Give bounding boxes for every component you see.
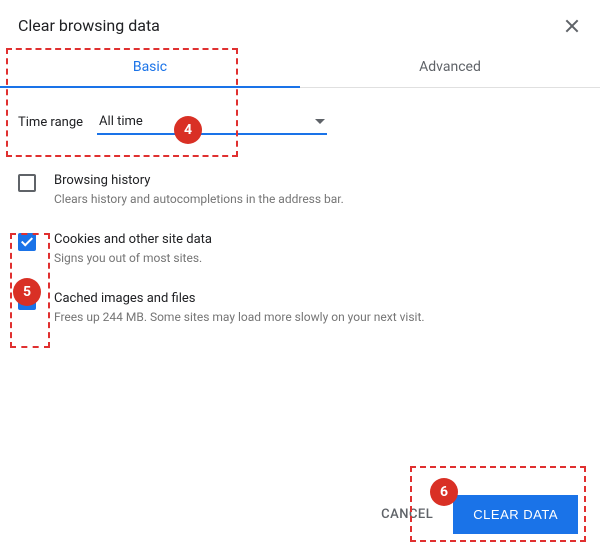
- option-cookies: Cookies and other site data Signs you ou…: [18, 224, 582, 283]
- dialog-actions: CANCEL CLEAR DATA: [375, 495, 578, 534]
- options-list: Browsing history Clears history and auto…: [18, 165, 582, 342]
- option-desc: Signs you out of most sites.: [54, 251, 212, 265]
- dialog-body: Time range All time Browsing history Cle…: [0, 88, 600, 342]
- option-title: Cookies and other site data: [54, 232, 212, 247]
- checkbox-browsing-history[interactable]: [18, 174, 36, 192]
- option-browsing-history: Browsing history Clears history and auto…: [18, 165, 582, 224]
- tab-bar: Basic Advanced: [0, 45, 600, 88]
- close-icon[interactable]: [564, 18, 580, 34]
- tab-advanced[interactable]: Advanced: [300, 45, 600, 87]
- time-range-select[interactable]: All time: [97, 110, 327, 135]
- chevron-down-icon: [315, 119, 325, 124]
- option-desc: Clears history and autocompletions in th…: [54, 192, 344, 206]
- option-cached: Cached images and files Frees up 244 MB.…: [18, 283, 582, 342]
- checkbox-cached[interactable]: [18, 292, 36, 310]
- checkbox-cookies[interactable]: [18, 233, 36, 251]
- clear-data-button[interactable]: CLEAR DATA: [453, 495, 578, 534]
- option-desc: Frees up 244 MB. Some sites may load mor…: [54, 310, 425, 324]
- clear-browsing-data-dialog: Clear browsing data Basic Advanced Time …: [0, 0, 600, 554]
- tab-basic[interactable]: Basic: [0, 45, 300, 87]
- time-range-value: All time: [99, 114, 143, 129]
- option-title: Browsing history: [54, 173, 344, 188]
- cancel-button[interactable]: CANCEL: [375, 497, 439, 532]
- option-title: Cached images and files: [54, 291, 425, 306]
- time-range-label: Time range: [18, 115, 83, 130]
- dialog-title: Clear browsing data: [18, 16, 160, 35]
- dialog-header: Clear browsing data: [0, 4, 600, 45]
- time-range-row: Time range All time: [18, 104, 582, 147]
